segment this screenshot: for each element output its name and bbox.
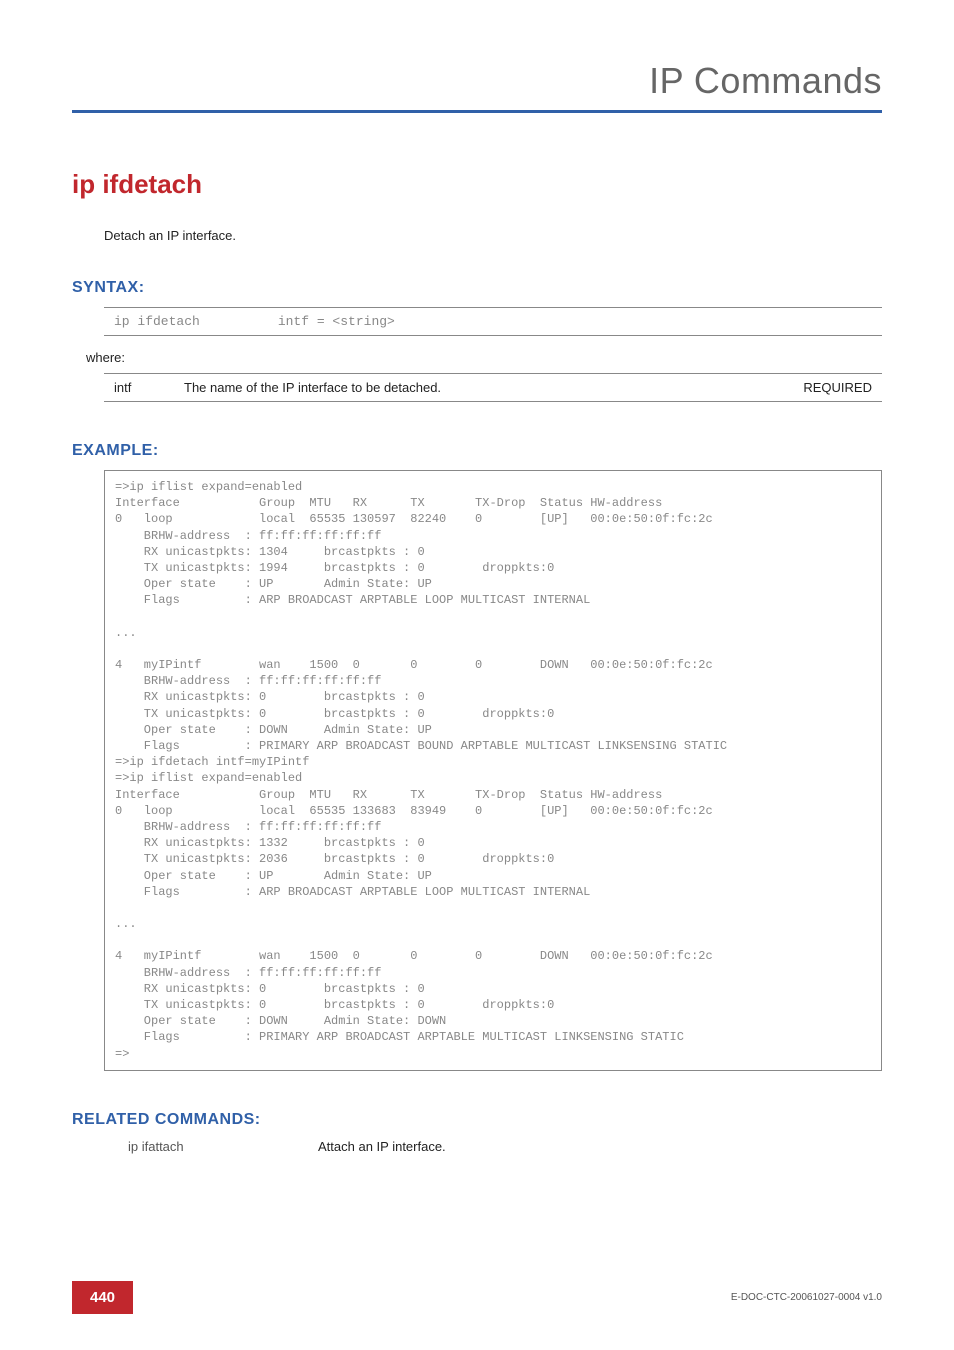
syntax-heading: SYNTAX: bbox=[72, 279, 882, 297]
param-row: intf The name of the IP interface to be … bbox=[104, 373, 882, 402]
header-rule bbox=[72, 110, 882, 113]
related-heading: RELATED COMMANDS: bbox=[72, 1111, 882, 1129]
command-description: Detach an IP interface. bbox=[104, 228, 882, 243]
example-heading: EXAMPLE: bbox=[72, 442, 882, 460]
page-header-title: IP Commands bbox=[72, 60, 882, 110]
syntax-line: ip ifdetach intf = <string> bbox=[114, 314, 872, 329]
syntax-box: ip ifdetach intf = <string> bbox=[104, 307, 882, 336]
doc-code: E-DOC-CTC-20061027-0004 v1.0 bbox=[731, 1292, 882, 1303]
related-row: ip ifattach Attach an IP interface. bbox=[128, 1139, 882, 1154]
command-name: ip ifdetach bbox=[72, 169, 882, 200]
param-required: REQUIRED bbox=[782, 380, 872, 395]
page-number-badge: 440 bbox=[72, 1281, 133, 1314]
where-label: where: bbox=[86, 350, 882, 365]
param-name: intf bbox=[114, 380, 184, 395]
param-desc: The name of the IP interface to be detac… bbox=[184, 380, 782, 395]
related-command: ip ifattach bbox=[128, 1139, 318, 1154]
related-description: Attach an IP interface. bbox=[318, 1139, 446, 1154]
example-text: =>ip iflist expand=enabled Interface Gro… bbox=[115, 479, 871, 1062]
page-footer: 440 E-DOC-CTC-20061027-0004 v1.0 bbox=[72, 1281, 882, 1314]
example-box: =>ip iflist expand=enabled Interface Gro… bbox=[104, 470, 882, 1071]
